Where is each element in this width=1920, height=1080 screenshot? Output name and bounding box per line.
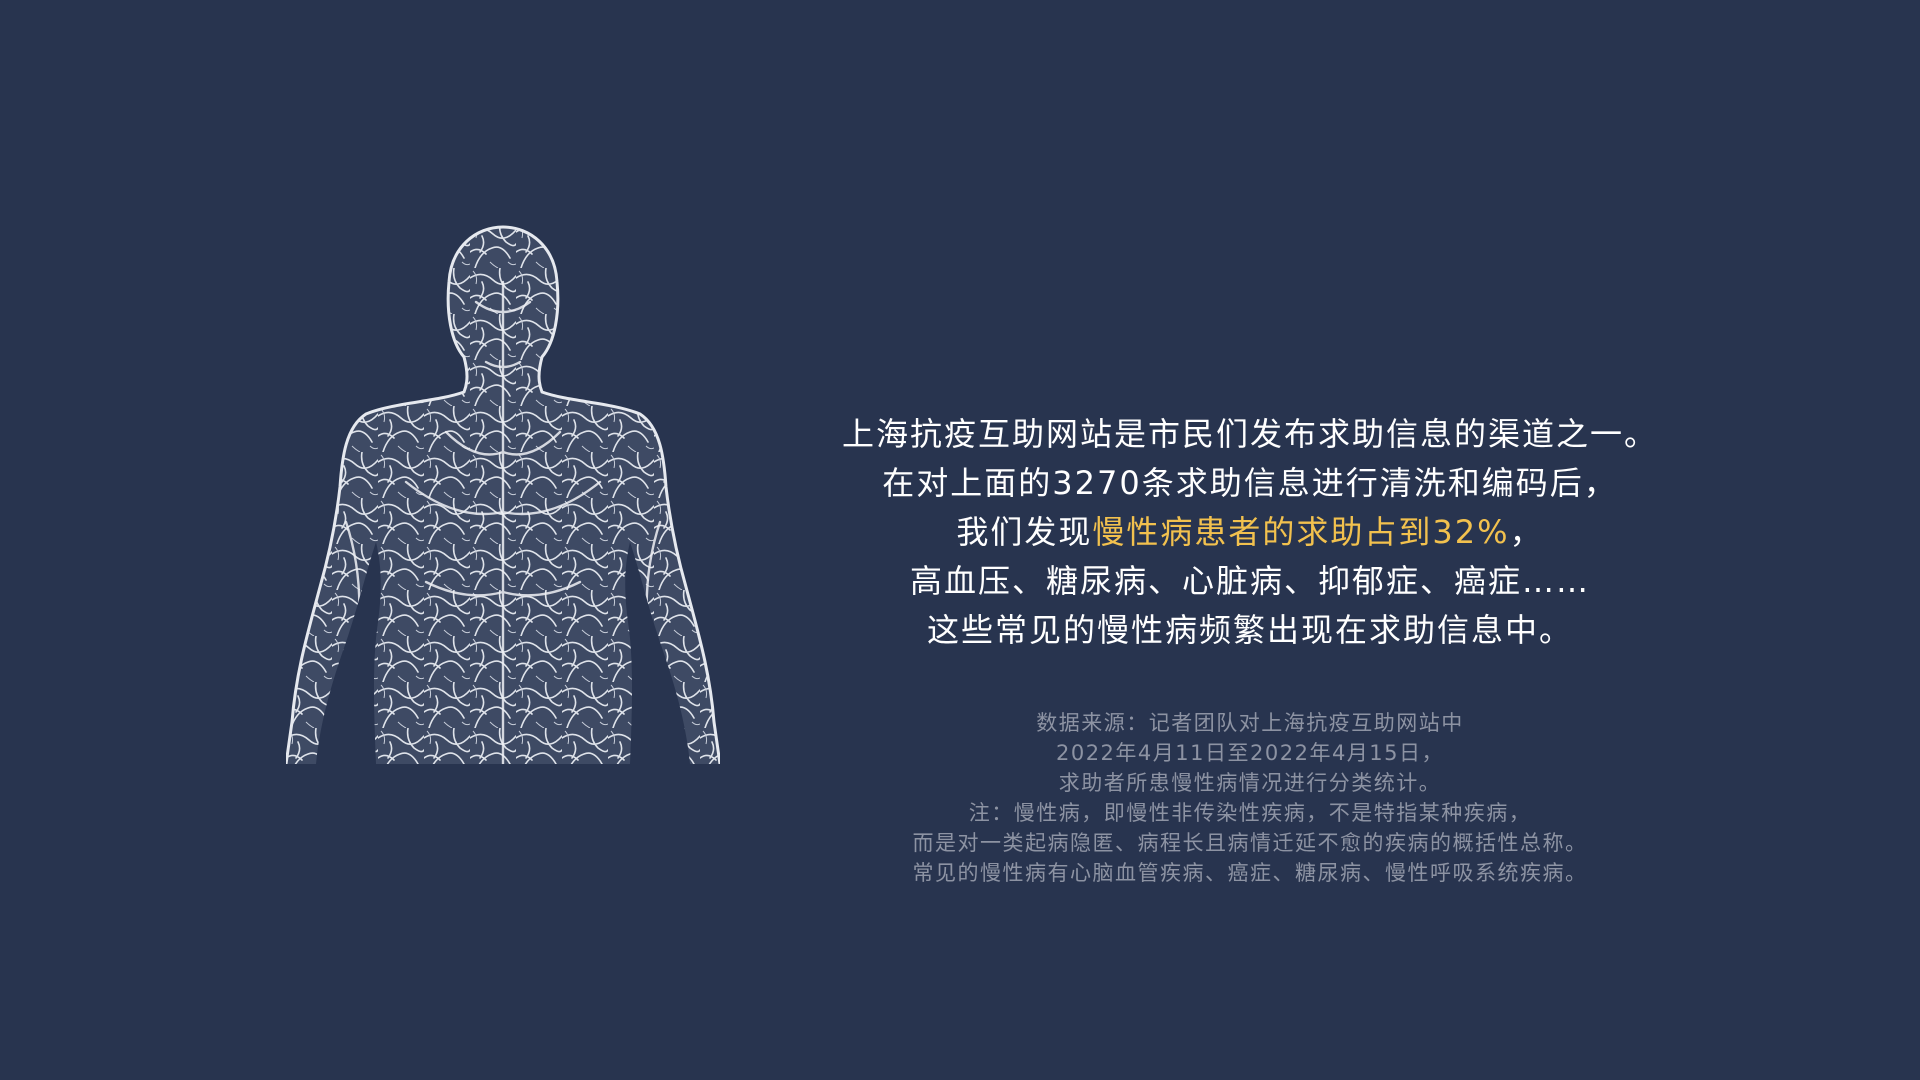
main-text-line-2: 在对上面的3270条求助信息进行清洗和编码后， [882, 464, 1618, 502]
source-note-line-1: 数据来源：记者团队对上海抗疫互助网站中 [1036, 711, 1464, 735]
source-note-line-3: 求助者所患慢性病情况进行分类统计。 [1058, 771, 1442, 795]
main-text-line-3-suffix: ， [1509, 513, 1544, 551]
main-text-line-3: 我们发现慢性病患者的求助占到32%， [780, 508, 1720, 557]
source-note-line-5: 而是对一类起病隐匿、病程长且病情迁延不愈的疾病的概括性总称。 [912, 831, 1588, 855]
human-circulatory-body-icon [286, 225, 720, 764]
source-note-line-2: 2022年4月11日至2022年4月15日， [1055, 741, 1445, 765]
source-note-block: 数据来源：记者团队对上海抗疫互助网站中 2022年4月11日至2022年4月15… [780, 708, 1720, 888]
main-text-line-3-prefix: 我们发现 [956, 513, 1093, 551]
main-text-block: 上海抗疫互助网站是市民们发布求助信息的渠道之一。 在对上面的3270条求助信息进… [780, 410, 1720, 655]
chronic-disease-highlight: 慢性病患者的求助占到32% [1092, 513, 1510, 551]
source-note-line-6: 常见的慢性病有心脑血管疾病、癌症、糖尿病、慢性呼吸系统疾病。 [912, 861, 1588, 885]
main-text-line-1: 上海抗疫互助网站是市民们发布求助信息的渠道之一。 [841, 415, 1658, 453]
main-text-line-4: 高血压、糖尿病、心脏病、抑郁症、癌症…… [909, 562, 1590, 600]
human-body-illustration [286, 222, 720, 764]
main-text-line-5: 这些常见的慢性病频繁出现在求助信息中。 [926, 611, 1573, 649]
source-note-line-4: 注：慢性病，即慢性非传染性疾病，不是特指某种疾病， [968, 801, 1532, 825]
